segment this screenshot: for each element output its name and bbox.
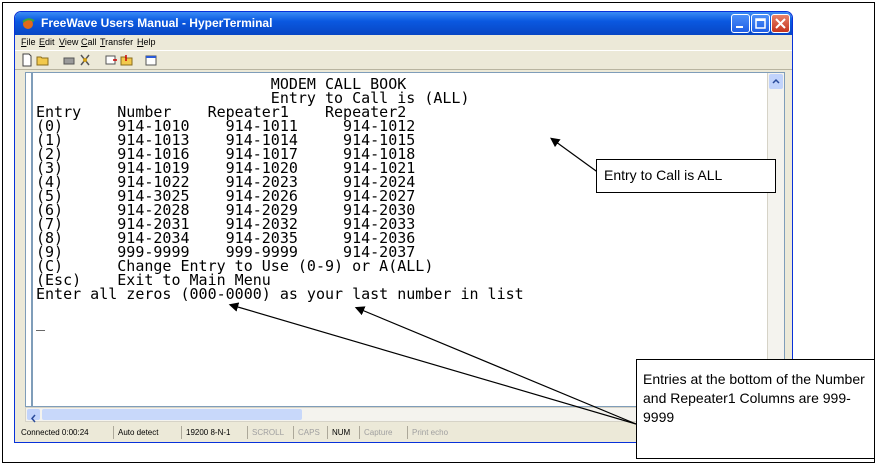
arrow-to-repeater1-column xyxy=(354,306,637,425)
callout-entry-to-call: Entry to Call is ALL xyxy=(596,159,776,193)
callout-bottom-entries: Entries at the bottom of the Number and … xyxy=(636,359,875,459)
arrow-to-number-column xyxy=(228,302,637,425)
